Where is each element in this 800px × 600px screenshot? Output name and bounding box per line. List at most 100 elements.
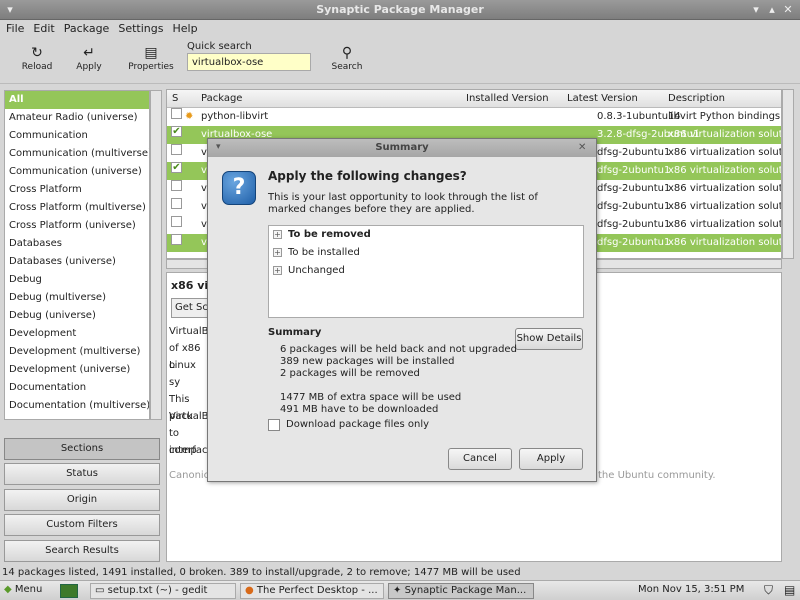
task-synaptic[interactable]: ✦ Synaptic Package Man...: [388, 583, 534, 599]
search-button[interactable]: ⚲ Search: [328, 44, 366, 72]
description-footer-right: the Ubuntu community.: [598, 470, 716, 481]
col-status[interactable]: S: [172, 93, 178, 104]
maximize-button[interactable]: ▴: [766, 4, 778, 16]
sidebar-item[interactable]: Communication (multiverse): [5, 145, 149, 163]
description-line: Linux sy: [169, 360, 196, 388]
start-menu-button[interactable]: ◆ Menu: [4, 584, 42, 595]
sidebar-item[interactable]: Documentation (multiverse): [5, 397, 149, 415]
expand-icon[interactable]: +: [273, 229, 282, 239]
col-description[interactable]: Description: [668, 93, 725, 104]
close-button[interactable]: ✕: [782, 4, 794, 16]
dialog-title: Summary: [208, 139, 596, 157]
sections-button[interactable]: Sections: [4, 438, 160, 460]
sidebar-item[interactable]: Communication: [5, 127, 149, 145]
summary-heading: Summary: [268, 327, 322, 338]
package-row[interactable]: ✹ python-libvirt 0.8.3-1ubuntu14 libvirt Py…: [167, 108, 781, 126]
sidebar-item[interactable]: Databases: [5, 235, 149, 253]
shield-icon[interactable]: ⛉: [764, 583, 773, 598]
reload-button[interactable]: ↻ Reload: [18, 44, 56, 72]
dialog-menu-icon[interactable]: ▾: [216, 142, 221, 152]
menu-help[interactable]: Help: [166, 20, 200, 35]
task-gedit[interactable]: ▭ setup.txt (~) - gedit: [90, 583, 236, 599]
search-results-button[interactable]: Search Results: [4, 540, 160, 562]
package-description: x86 virtualization solutic: [668, 147, 782, 158]
expand-icon[interactable]: +: [273, 247, 282, 257]
minimize-button[interactable]: ▾: [750, 4, 762, 16]
description-footer-left: Canonic: [169, 470, 210, 481]
section-list-scrollbar[interactable]: [150, 90, 162, 420]
apply-icon: ↵: [83, 45, 95, 61]
change-group[interactable]: + Unchanged: [269, 262, 583, 280]
apply-dialog-button[interactable]: Apply: [519, 448, 583, 470]
summary-line: 389 new packages will be installed: [280, 356, 455, 367]
quick-search-label: Quick search: [187, 41, 252, 52]
sidebar-item[interactable]: Debug (universe): [5, 307, 149, 325]
sidebar-item[interactable]: Debug: [5, 271, 149, 289]
sidebar-item[interactable]: All: [5, 91, 149, 109]
menu-settings[interactable]: Settings: [112, 20, 166, 35]
sidebar-item[interactable]: Cross Platform (multiverse): [5, 199, 149, 217]
status-button[interactable]: Status: [4, 463, 160, 485]
sidebar-item[interactable]: Communication (universe): [5, 163, 149, 181]
summary-line: 491 MB have to be downloaded: [280, 404, 439, 415]
package-description: x86 virtualization solutic: [668, 201, 782, 212]
package-status-checkbox[interactable]: ✔: [171, 126, 182, 137]
task-firefox[interactable]: ● The Perfect Desktop - ...: [240, 583, 384, 599]
change-group[interactable]: + To be removed: [269, 226, 583, 244]
search-label: Search: [331, 62, 363, 72]
sidebar-item[interactable]: Documentation: [5, 379, 149, 397]
dialog-heading: Apply the following changes?: [268, 169, 467, 183]
properties-button[interactable]: ▤ Properties: [124, 44, 178, 72]
sidebar-item[interactable]: Cross Platform: [5, 181, 149, 199]
package-status-checkbox[interactable]: [171, 108, 182, 119]
summary-dialog: Summary ▾ ✕ ? Apply the following change…: [207, 138, 597, 482]
sidebar-item[interactable]: Amateur Radio (universe): [5, 109, 149, 127]
package-description: x86 virtualization solutic: [668, 219, 782, 230]
summary-line: 1477 MB of extra space will be used: [280, 392, 462, 403]
changes-tree: + To be removed + To be installed + Unchanged: [268, 225, 584, 318]
description-title: x86 vi: [171, 279, 209, 292]
sidebar-item[interactable]: Debug (multiverse): [5, 289, 149, 307]
menu-bar: File Edit Package Settings Help: [0, 20, 800, 38]
menu-package[interactable]: Package: [58, 20, 113, 35]
title-bar: Synaptic Package Manager ▾ ▾ ▴ ✕: [0, 0, 800, 20]
reload-icon: ↻: [31, 45, 43, 61]
window-menu-icon[interactable]: ▾: [4, 4, 16, 16]
show-desktop-icon[interactable]: [60, 584, 78, 598]
window-title: Synaptic Package Manager: [316, 3, 484, 16]
package-status-checkbox[interactable]: [171, 198, 182, 209]
package-status-checkbox[interactable]: [171, 144, 182, 155]
quick-search-input[interactable]: [187, 53, 311, 71]
package-status-checkbox[interactable]: [171, 180, 182, 191]
change-group[interactable]: + To be installed: [269, 244, 583, 262]
package-status-checkbox[interactable]: [171, 216, 182, 227]
description-line: This pack: [169, 394, 193, 422]
clock[interactable]: Mon Nov 15, 3:51 PM: [638, 584, 744, 595]
custom-filters-button[interactable]: Custom Filters: [4, 514, 160, 536]
apply-button[interactable]: ↵ Apply: [70, 44, 108, 72]
description-line: VirtualBo: [169, 326, 215, 337]
package-name: python-libvirt: [201, 111, 269, 122]
col-installed-version[interactable]: Installed Version: [466, 93, 549, 104]
package-table-scrollbar[interactable]: [782, 89, 794, 259]
col-latest-version[interactable]: Latest Version: [567, 93, 638, 104]
task-firefox-label: The Perfect Desktop - ...: [256, 585, 378, 596]
menu-file[interactable]: File: [0, 20, 27, 35]
package-status-checkbox[interactable]: [171, 234, 182, 245]
download-only-checkbox[interactable]: [268, 419, 280, 431]
sidebar-item[interactable]: Development (universe): [5, 361, 149, 379]
package-status-checkbox[interactable]: ✔: [171, 162, 182, 173]
expand-icon[interactable]: +: [273, 265, 282, 275]
sidebar-item[interactable]: Databases (universe): [5, 253, 149, 271]
section-list: All Amateur Radio (universe) Communication…: [4, 90, 150, 420]
sidebar-item[interactable]: Cross Platform (universe): [5, 217, 149, 235]
dialog-close-icon[interactable]: ✕: [578, 142, 586, 153]
network-icon[interactable]: ▤: [784, 583, 795, 597]
menu-edit[interactable]: Edit: [27, 20, 57, 35]
sidebar-item[interactable]: Development: [5, 325, 149, 343]
show-details-button[interactable]: Show Details: [515, 328, 583, 350]
origin-button[interactable]: Origin: [4, 489, 160, 511]
col-package[interactable]: Package: [201, 93, 242, 104]
cancel-button[interactable]: Cancel: [448, 448, 512, 470]
sidebar-item[interactable]: Development (multiverse): [5, 343, 149, 361]
